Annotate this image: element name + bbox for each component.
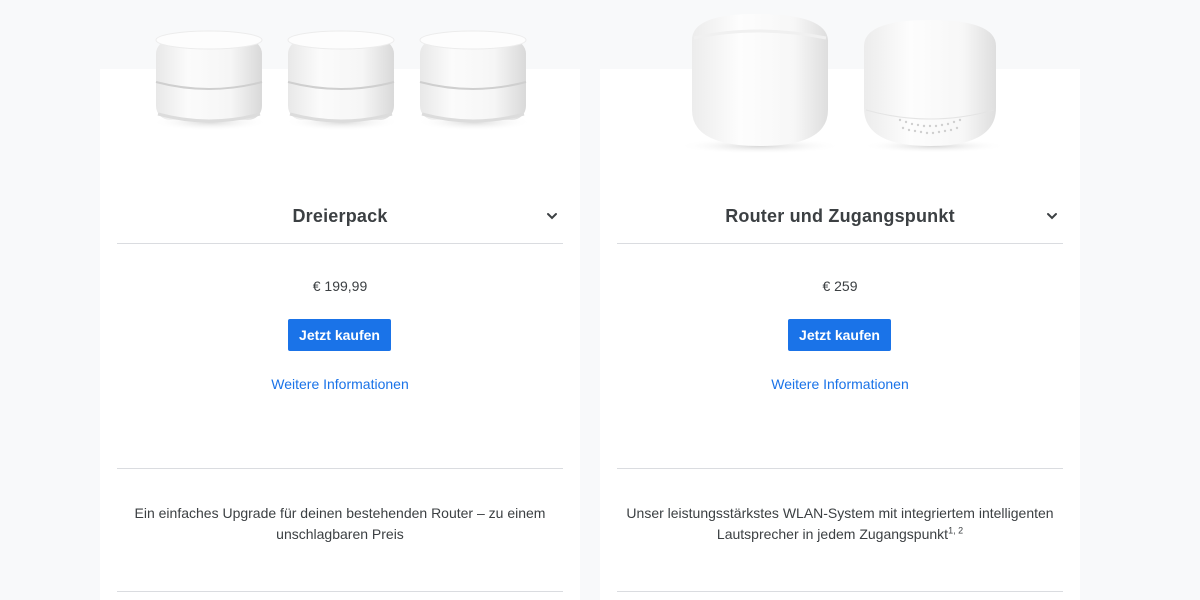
more-info-link[interactable]: Weitere Informationen	[100, 376, 580, 392]
product-card-nest-wifi: Router und Zugangspunkt € 259 Jetzt kauf…	[600, 14, 1080, 600]
buy-now-button[interactable]: Jetzt kaufen	[788, 319, 891, 351]
wifi-unit-3	[416, 30, 532, 131]
product-comparison-page: Dreierpack € 199,99 Jetzt kaufen Weitere…	[0, 0, 1200, 600]
chevron-down-icon	[1047, 213, 1057, 220]
wifi-unit-1	[152, 30, 268, 131]
variant-label: Dreierpack	[292, 205, 388, 226]
divider	[117, 468, 563, 469]
variant-dropdown[interactable]: Router und Zugangspunkt	[617, 189, 1063, 244]
product-description: Ein einfaches Upgrade für deinen bestehe…	[117, 503, 563, 545]
buy-now-button[interactable]: Jetzt kaufen	[288, 319, 391, 351]
price: € 199,99	[312, 278, 368, 294]
description-text: Ein einfaches Upgrade für deinen bestehe…	[134, 505, 546, 542]
nest-router	[678, 14, 842, 154]
product-description: Unser leistungsstärkstes WLAN-System mit…	[617, 503, 1063, 545]
product-card-google-wifi: Dreierpack € 199,99 Jetzt kaufen Weitere…	[100, 30, 580, 600]
footnote-ref[interactable]: 1, 2	[948, 525, 963, 535]
variant-label: Router und Zugangspunkt	[725, 205, 955, 226]
product-image-router-and-point	[600, 0, 1080, 180]
divider	[617, 468, 1063, 469]
divider	[117, 591, 563, 592]
product-image-wifi-three-pack	[100, 0, 580, 180]
divider	[617, 591, 1063, 592]
description-text: Unser leistungsstärkstes WLAN-System mit…	[626, 505, 1054, 542]
more-info-link[interactable]: Weitere Informationen	[600, 376, 1080, 392]
nest-access-point	[862, 20, 1006, 153]
wifi-unit-2	[284, 30, 400, 131]
price: € 259	[822, 278, 858, 294]
variant-dropdown[interactable]: Dreierpack	[117, 189, 563, 244]
chevron-down-icon	[547, 213, 557, 220]
